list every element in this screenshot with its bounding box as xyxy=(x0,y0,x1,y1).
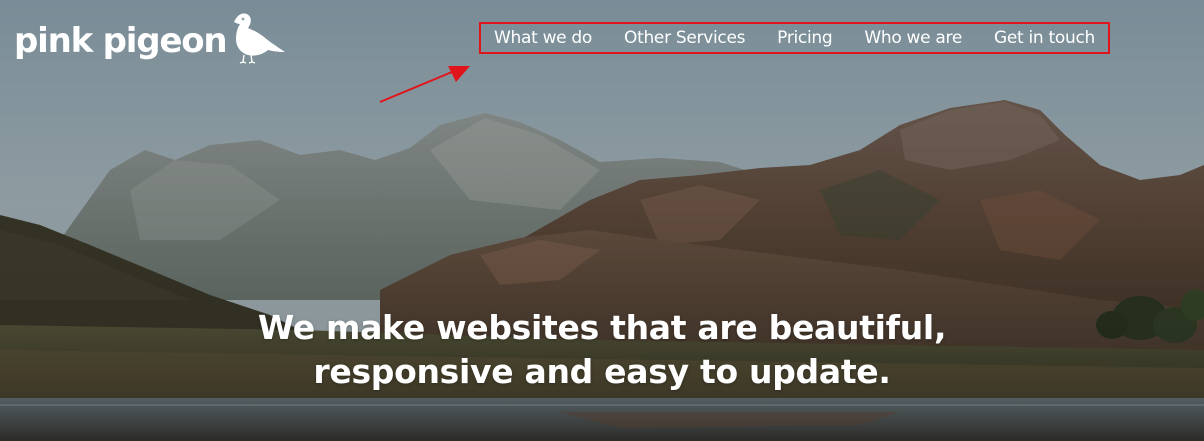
brand-name: pink pigeon xyxy=(14,21,228,61)
hero-section: pink pigeon What we do Other Services Pr… xyxy=(0,0,1204,441)
nav-item-who-we-are[interactable]: Who we are xyxy=(864,28,962,48)
nav-item-what-we-do[interactable]: What we do xyxy=(494,28,592,48)
main-navigation: What we do Other Services Pricing Who we… xyxy=(479,22,1110,54)
brand-logo[interactable]: pink pigeon xyxy=(14,12,286,64)
nav-item-other-services[interactable]: Other Services xyxy=(624,28,745,48)
nav-item-pricing[interactable]: Pricing xyxy=(777,28,833,48)
annotation-arrow-icon xyxy=(379,66,470,103)
hero-headline: We make websites that are beautiful, res… xyxy=(257,308,947,392)
pigeon-icon xyxy=(234,13,286,64)
nav-item-get-in-touch[interactable]: Get in touch xyxy=(994,28,1095,48)
